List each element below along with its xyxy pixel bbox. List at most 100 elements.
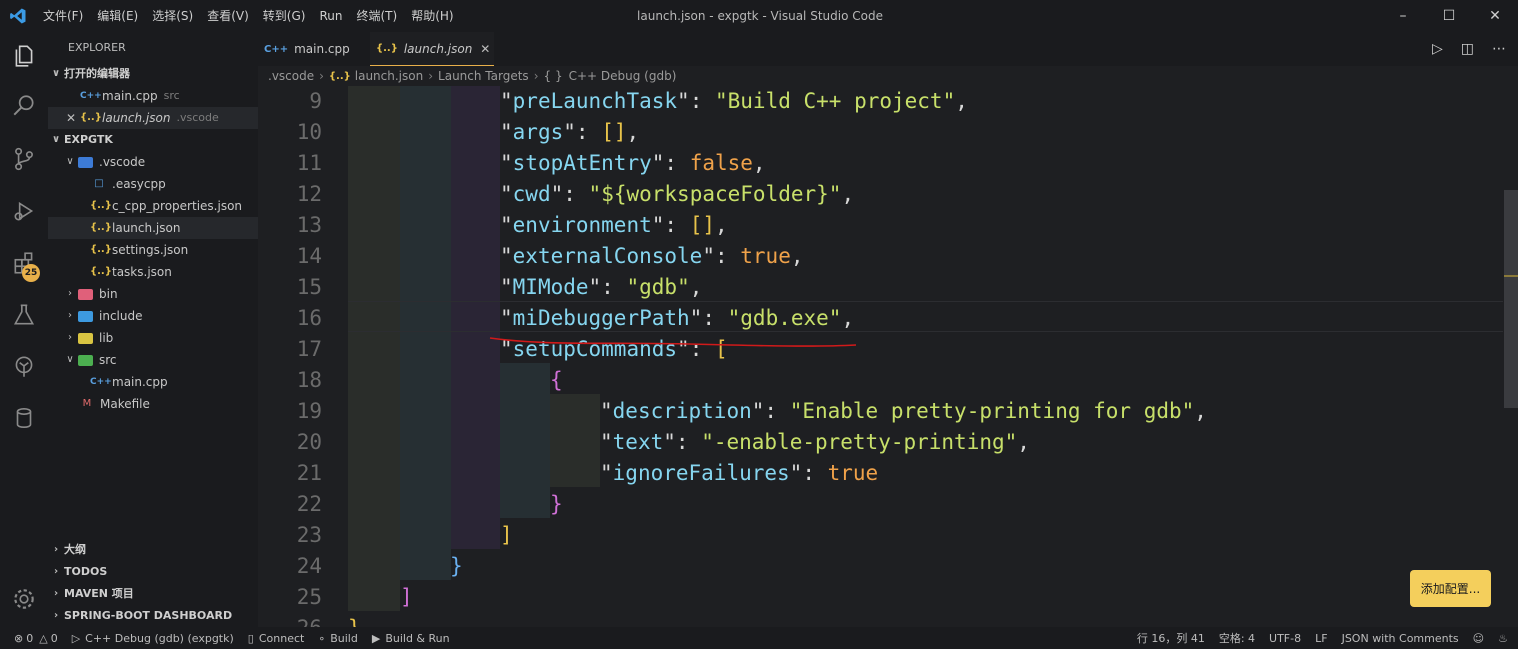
code-line: "externalConsole": true, <box>500 244 804 268</box>
tree-folder-vscode[interactable]: ∨ .vscode <box>48 151 258 173</box>
line-number: 15 <box>296 275 322 299</box>
tree-file[interactable]: {..} c_cpp_properties.json <box>48 195 258 217</box>
breadcrumb-item[interactable]: .vscode <box>268 69 314 83</box>
todos-section[interactable]: › TODOS <box>48 561 258 583</box>
chevron-right-icon: › <box>53 588 59 599</box>
line-number: 23 <box>296 523 322 547</box>
code-line: "environment": [], <box>500 213 728 237</box>
menu-go[interactable]: 转到(G) <box>256 0 313 32</box>
minimize-icon[interactable]: – <box>1380 0 1426 32</box>
build-icon: ∘ <box>318 631 326 645</box>
line-number: 13 <box>296 213 322 237</box>
indent-guide <box>348 86 400 611</box>
split-editor-icon[interactable]: ◫ <box>1461 41 1474 57</box>
code-line: "preLaunchTask": "Build C++ project", <box>500 89 968 113</box>
remote-tree-icon[interactable] <box>0 343 48 391</box>
scroll-position-marker <box>1504 275 1518 277</box>
line-number: 26 <box>258 613 322 627</box>
notifications-bell-icon[interactable]: ♨ <box>1498 632 1508 645</box>
debug-target[interactable]: ▷ C++ Debug (gdb) (expgtk) <box>72 632 234 645</box>
tree-label: lib <box>99 331 114 345</box>
tree-label: tasks.json <box>112 265 172 279</box>
menu-help[interactable]: 帮助(H) <box>404 0 460 32</box>
maximize-icon[interactable]: ☐ <box>1426 0 1472 32</box>
chevron-down-icon: ∨ <box>51 134 61 145</box>
build-run-button[interactable]: ▶ Build & Run <box>372 632 450 645</box>
test-flask-icon[interactable] <box>0 291 48 339</box>
line-number: 19 <box>296 399 322 423</box>
tree-label: .vscode <box>99 155 146 169</box>
source-control-icon[interactable] <box>0 135 48 183</box>
problems-indicator[interactable]: ⊗ 0 △ 0 <box>14 632 58 645</box>
cursor-position[interactable]: 行 16，列 41 <box>1137 630 1205 646</box>
close-icon[interactable]: ✕ <box>1472 0 1518 32</box>
breadcrumb-item[interactable]: C++ Debug (gdb) <box>569 69 677 83</box>
add-configuration-button[interactable]: 添加配置... <box>1410 570 1491 607</box>
database-icon[interactable] <box>0 394 48 442</box>
tree-folder-src[interactable]: ∨ src <box>48 349 258 371</box>
close-icon[interactable]: ✕ <box>66 107 80 129</box>
chevron-down-icon: ∨ <box>66 156 74 167</box>
tree-label: include <box>99 309 143 323</box>
tree-file[interactable]: M Makefile <box>48 393 258 415</box>
build-button[interactable]: ∘ Build <box>318 632 358 645</box>
section-title: MAVEN 项目 <box>64 587 134 600</box>
error-icon: ⊗ <box>14 631 24 645</box>
line-number: 11 <box>296 151 322 175</box>
close-icon[interactable]: ✕ <box>480 42 490 56</box>
cpp-file-icon: C++ <box>90 377 112 387</box>
run-debug-icon[interactable] <box>0 187 48 235</box>
run-icon[interactable]: ▷ <box>1432 41 1443 57</box>
code-line: { <box>550 368 563 392</box>
tab-launch-json[interactable]: {..} launch.json ✕ <box>370 32 494 66</box>
tree-folder-include[interactable]: › include <box>48 305 258 327</box>
vertical-scrollbar[interactable] <box>1504 190 1518 408</box>
tree-file[interactable]: {..} settings.json <box>48 239 258 261</box>
tab-main-cpp[interactable]: C++ main.cpp <box>258 32 368 66</box>
menu-run[interactable]: Run <box>312 0 349 32</box>
json-file-icon: {..} <box>90 200 112 211</box>
tree-file[interactable]: {..} tasks.json <box>48 261 258 283</box>
folder-icon <box>78 332 93 344</box>
menu-view[interactable]: 查看(V) <box>200 0 256 32</box>
spring-boot-section[interactable]: › SPRING-BOOT DASHBOARD <box>48 605 258 627</box>
more-actions-icon[interactable]: ⋯ <box>1492 41 1506 57</box>
status-bar: ⊗ 0 △ 0 ▷ C++ Debug (gdb) (expgtk) ▯ Con… <box>0 627 1518 649</box>
folder-icon <box>78 156 93 168</box>
tree-file[interactable]: C++ main.cpp <box>48 371 258 393</box>
end-of-line[interactable]: LF <box>1315 632 1327 645</box>
language-mode[interactable]: JSON with Comments <box>1342 632 1459 645</box>
settings-gear-icon[interactable] <box>0 575 48 623</box>
open-editors-section[interactable]: ∨ 打开的编辑器 <box>48 63 258 85</box>
menu-terminal[interactable]: 终端(T) <box>349 0 404 32</box>
connect-button[interactable]: ▯ Connect <box>248 632 305 645</box>
folder-icon <box>78 354 93 366</box>
line-number: 9 <box>309 89 322 113</box>
encoding[interactable]: UTF-8 <box>1269 632 1301 645</box>
chevron-right-icon: › <box>53 610 59 621</box>
maven-section[interactable]: › MAVEN 项目 <box>48 583 258 605</box>
feedback-icon[interactable]: ☺ <box>1473 632 1484 645</box>
open-editor-item[interactable]: ✕ {..} launch.json .vscode <box>48 107 258 129</box>
tree-file[interactable]: □ .easycpp <box>48 173 258 195</box>
tree-folder-lib[interactable]: › lib <box>48 327 258 349</box>
explorer-icon[interactable] <box>0 32 48 80</box>
breadcrumb-item[interactable]: Launch Targets <box>438 69 529 83</box>
open-editor-label: launch.json <box>102 111 171 125</box>
open-editor-item[interactable]: C++ main.cpp src <box>48 85 258 107</box>
code-editor[interactable]: 9 10 11 12 13 14 15 16 17 18 19 20 21 22… <box>258 86 1518 627</box>
tree-folder-bin[interactable]: › bin <box>48 283 258 305</box>
breadcrumb-item[interactable]: launch.json <box>355 69 423 83</box>
outline-section[interactable]: › 大纲 <box>48 539 258 561</box>
open-editor-label: main.cpp <box>102 89 158 103</box>
menu-edit[interactable]: 编辑(E) <box>90 0 145 32</box>
indentation[interactable]: 空格: 4 <box>1219 630 1255 646</box>
extensions-icon[interactable]: 25 <box>0 239 48 287</box>
project-section[interactable]: ∨ EXPGTK <box>48 129 258 151</box>
menu-selection[interactable]: 选择(S) <box>145 0 200 32</box>
tree-file[interactable]: {..} launch.json <box>48 217 258 239</box>
search-icon[interactable] <box>0 82 48 130</box>
chevron-right-icon: › <box>319 69 324 83</box>
open-editors-title: 打开的编辑器 <box>64 67 130 80</box>
menu-file[interactable]: 文件(F) <box>36 0 90 32</box>
